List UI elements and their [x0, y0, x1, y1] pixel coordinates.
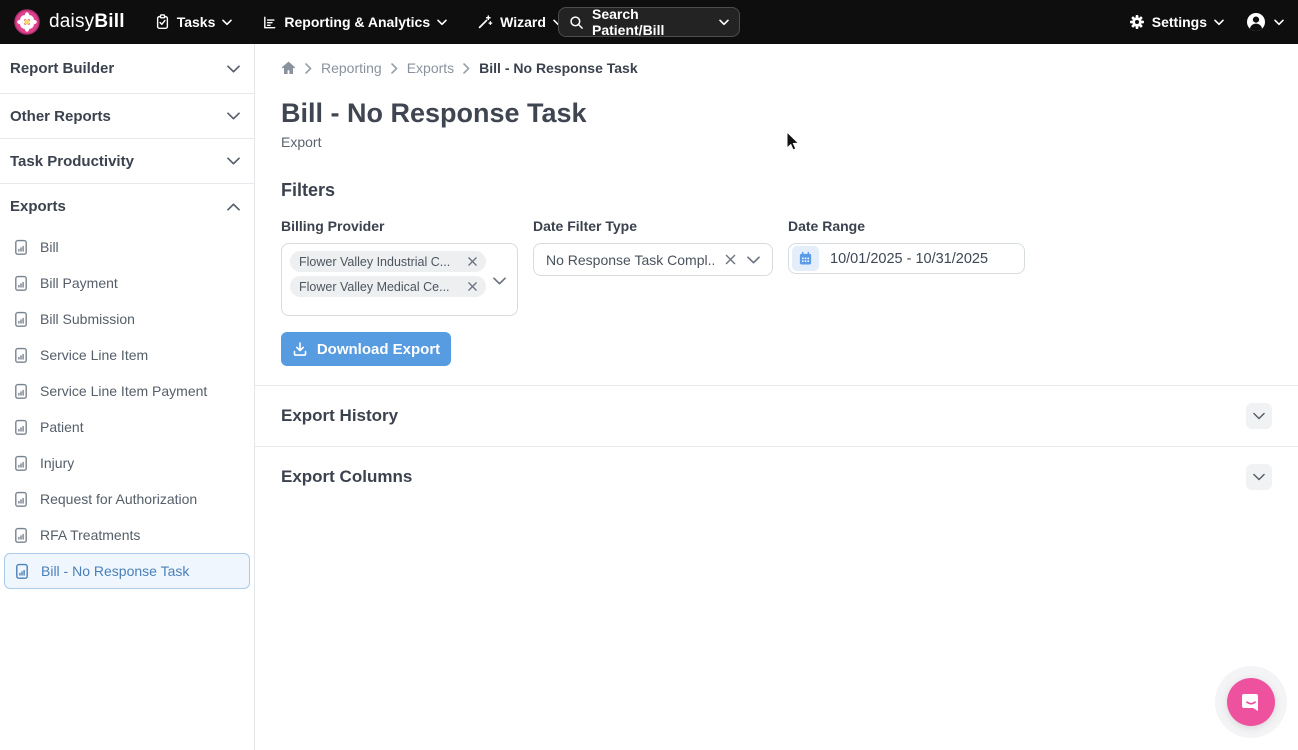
chevron-down-icon — [1253, 473, 1265, 481]
sidebar-item-patient[interactable]: Patient — [0, 409, 254, 445]
nav-settings[interactable]: Settings — [1129, 14, 1224, 30]
billing-provider-label: Billing Provider — [281, 218, 518, 234]
document-chart-icon — [14, 563, 30, 580]
sidebar-item-bill-no-response-task[interactable]: Bill - No Response Task — [4, 553, 250, 589]
date-filter-type-filter: Date Filter Type No Response Task Compl.… — [533, 218, 773, 316]
remove-chip-icon[interactable] — [468, 257, 477, 266]
clipboard-icon — [155, 14, 170, 30]
sidebar-item-bill-payment[interactable]: Bill Payment — [0, 265, 254, 301]
sidebar: Report Builder Other Reports Task Produc… — [0, 44, 255, 750]
export-columns-toggle-button[interactable] — [1246, 464, 1272, 490]
nav-user-menu[interactable] — [1246, 12, 1284, 32]
document-chart-icon — [13, 491, 29, 508]
document-chart-icon — [13, 347, 29, 364]
breadcrumb-separator-icon — [391, 63, 398, 74]
document-chart-icon — [13, 239, 29, 256]
chevron-down-icon — [719, 19, 729, 26]
sidebar-item-rfa-treatments[interactable]: RFA Treatments — [0, 517, 254, 553]
download-export-button[interactable]: Download Export — [281, 332, 451, 366]
billing-provider-multiselect[interactable]: Flower Valley Industrial C... Flower Val… — [281, 243, 518, 316]
home-icon[interactable] — [281, 61, 296, 75]
export-history-section: Export History — [255, 386, 1298, 446]
daisybill-logo[interactable]: daisyBill — [14, 9, 125, 35]
sidebar-item-bill-submission[interactable]: Bill Submission — [0, 301, 254, 337]
export-columns-title: Export Columns — [281, 467, 412, 487]
main-content: Reporting Exports Bill - No Response Tas… — [255, 44, 1298, 750]
chevron-down-icon — [227, 157, 240, 165]
remove-chip-icon[interactable] — [468, 282, 477, 291]
sidebar-item-request-for-authorization[interactable]: Request for Authorization — [0, 481, 254, 517]
chevron-down-icon — [1253, 412, 1265, 420]
export-history-toggle-button[interactable] — [1246, 403, 1272, 429]
chevron-down-icon — [222, 19, 232, 26]
document-chart-icon — [13, 311, 29, 328]
export-history-title: Export History — [281, 406, 398, 426]
sidebar-section-report-builder[interactable]: Report Builder — [0, 44, 254, 94]
top-navbar: daisyBill Tasks Reporting & Analytics — [0, 0, 1298, 44]
clear-selection-icon[interactable] — [725, 254, 736, 265]
sidebar-section-task-productivity[interactable]: Task Productivity — [0, 139, 254, 184]
date-filter-type-select[interactable]: No Response Task Compl... — [533, 243, 773, 276]
breadcrumb-separator-icon — [463, 63, 470, 74]
nav-tasks[interactable]: Tasks — [155, 14, 233, 30]
document-chart-icon — [13, 455, 29, 472]
document-chart-icon — [13, 275, 29, 292]
search-placeholder: Search Patient/Bill — [592, 6, 711, 38]
page-subtitle: Export — [281, 134, 1272, 150]
chevron-down-icon — [1274, 19, 1284, 26]
date-range-input[interactable]: 10/01/2025 - 10/31/2025 — [788, 243, 1025, 274]
chevron-down-icon[interactable] — [493, 272, 506, 290]
download-icon — [292, 341, 308, 357]
date-range-filter: Date Range 10/01/2025 - — [788, 218, 1025, 316]
page-title: Bill - No Response Task — [281, 98, 1272, 129]
sidebar-section-other-reports[interactable]: Other Reports — [0, 94, 254, 139]
breadcrumb-current: Bill - No Response Task — [479, 60, 637, 76]
billing-provider-filter: Billing Provider Flower Valley Industria… — [281, 218, 518, 316]
date-range-value: 10/01/2025 - 10/31/2025 — [830, 251, 988, 267]
breadcrumb-reporting[interactable]: Reporting — [321, 60, 382, 76]
breadcrumb: Reporting Exports Bill - No Response Tas… — [281, 60, 1272, 76]
sidebar-item-service-line-item-payment[interactable]: Service Line Item Payment — [0, 373, 254, 409]
nav-reporting-analytics[interactable]: Reporting & Analytics — [262, 14, 447, 30]
date-filter-type-label: Date Filter Type — [533, 218, 773, 234]
chevron-down-icon — [1214, 19, 1224, 26]
breadcrumb-separator-icon — [305, 63, 312, 74]
user-avatar-icon — [1246, 12, 1266, 32]
chevron-up-icon — [227, 203, 240, 211]
daisy-flower-icon — [14, 9, 40, 35]
gear-icon — [1129, 14, 1145, 30]
document-chart-icon — [13, 383, 29, 400]
brand-name: daisyBill — [49, 11, 125, 33]
sidebar-item-bill[interactable]: Bill — [0, 229, 254, 265]
sidebar-item-injury[interactable]: Injury — [0, 445, 254, 481]
document-chart-icon — [13, 419, 29, 436]
chart-icon — [262, 15, 277, 30]
nav-wizard[interactable]: Wizard — [477, 14, 563, 30]
breadcrumb-exports[interactable]: Exports — [407, 60, 454, 76]
filters-heading: Filters — [281, 180, 1272, 201]
sidebar-section-exports[interactable]: Exports — [0, 184, 254, 229]
chat-bubble-icon — [1239, 690, 1263, 714]
chevron-down-icon — [227, 65, 240, 73]
chevron-down-icon — [437, 19, 447, 26]
chat-launcher-button[interactable] — [1227, 678, 1275, 726]
sidebar-item-service-line-item[interactable]: Service Line Item — [0, 337, 254, 373]
magic-wand-icon — [477, 14, 493, 30]
search-icon — [569, 15, 584, 30]
date-range-label: Date Range — [788, 218, 1025, 234]
billing-provider-chip: Flower Valley Industrial C... — [290, 251, 486, 272]
document-chart-icon — [13, 527, 29, 544]
billing-provider-chip: Flower Valley Medical Ce... — [290, 276, 486, 297]
search-patient-bill[interactable]: Search Patient/Bill — [558, 7, 740, 37]
chevron-down-icon — [227, 112, 240, 120]
calendar-icon — [792, 246, 819, 271]
chevron-down-icon — [747, 256, 760, 264]
export-columns-section: Export Columns — [255, 447, 1298, 507]
